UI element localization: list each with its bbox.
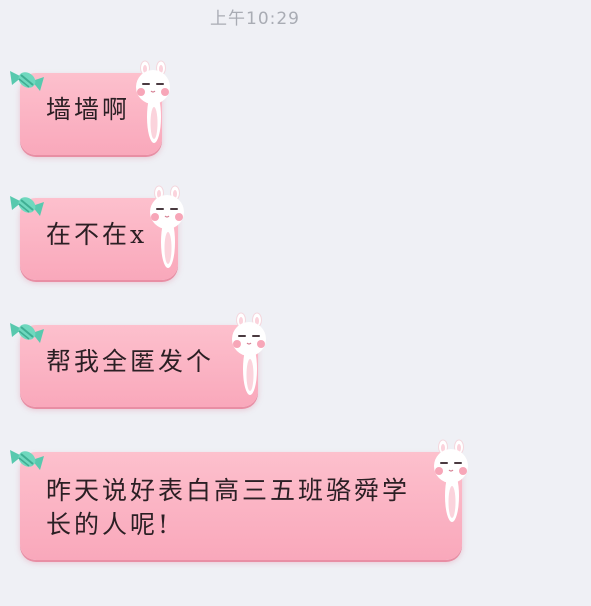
bunny-icon: [150, 185, 184, 268]
message-text: 墙墙啊: [46, 95, 131, 124]
chat-message[interactable]: 在不在x: [10, 185, 184, 280]
chat-message[interactable]: 昨天说好表白高三五班骆舜学长的人呢!: [10, 439, 468, 560]
message-bubble[interactable]: 昨天说好表白高三五班骆舜学长的人呢!: [10, 439, 468, 560]
candy-icon: [10, 71, 44, 91]
bunny-icon: [136, 60, 170, 143]
message-bubble[interactable]: 墙墙啊: [10, 60, 170, 155]
bunny-icon: [434, 439, 468, 522]
message-bubble[interactable]: 帮我全匿发个: [10, 312, 266, 407]
bunny-icon: [232, 312, 266, 395]
message-bubble[interactable]: 在不在x: [10, 185, 184, 280]
message-text: 在不在x: [46, 220, 148, 249]
chat-message[interactable]: 墙墙啊: [10, 60, 170, 155]
candy-icon: [10, 323, 44, 343]
message-text: 帮我全匿发个: [46, 347, 215, 376]
chat-message[interactable]: 帮我全匿发个: [10, 312, 266, 407]
candy-icon: [10, 196, 44, 216]
message-text: 昨天说好表白高三五班骆舜学长的人呢!: [46, 476, 411, 539]
message-timestamp: 上午10:29: [210, 9, 300, 29]
candy-icon: [10, 450, 44, 470]
